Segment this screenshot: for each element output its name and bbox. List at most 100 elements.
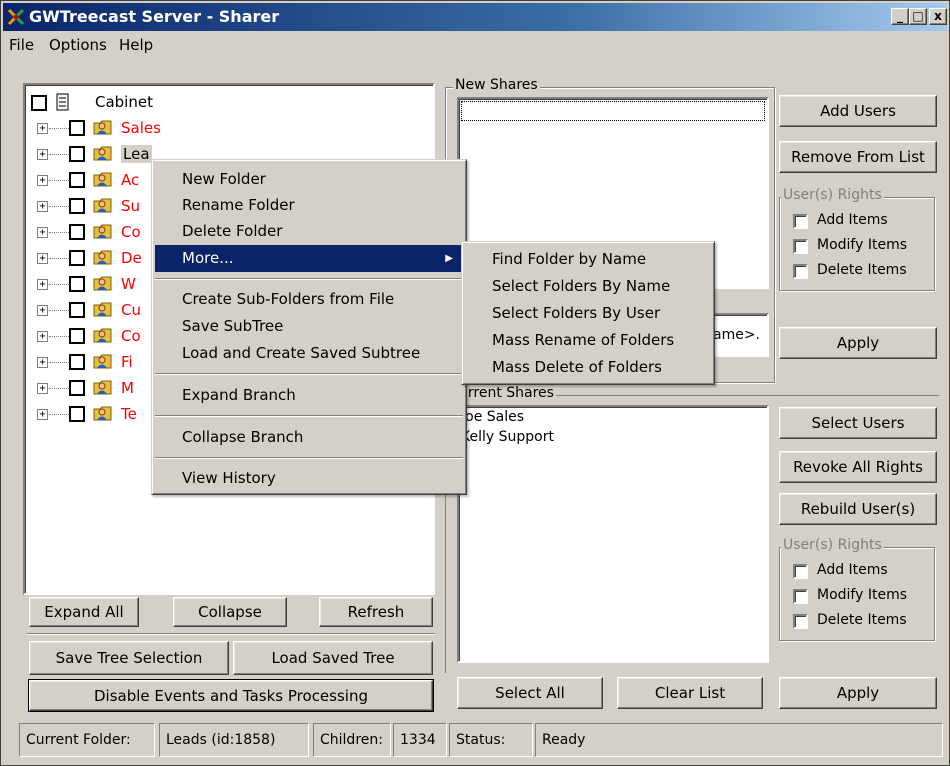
tree-checkbox[interactable] — [69, 172, 85, 188]
expand-icon[interactable]: + — [37, 149, 48, 160]
expand-icon[interactable]: + — [37, 123, 48, 134]
close-button[interactable]: x — [929, 8, 947, 25]
user-folder-icon — [93, 198, 112, 213]
expand-all-button[interactable]: Expand All — [29, 597, 139, 627]
tree-checkbox[interactable] — [31, 95, 47, 111]
current-modify-items-checkbox[interactable] — [793, 589, 808, 604]
menu-item-label: Mass Rename of Folders — [492, 331, 675, 349]
submenu-arrow-icon: ▶ — [445, 253, 453, 264]
new-modify-items-checkbox[interactable] — [793, 239, 808, 254]
expand-icon[interactable]: + — [37, 331, 48, 342]
more-item[interactable]: More... ▶ — [155, 245, 463, 272]
current-shares-list[interactable]: Joe Sales Kelly Support — [457, 405, 769, 663]
tree-item-label: Cu — [121, 301, 141, 319]
status-current-folder-label: Current Folder: — [19, 723, 155, 757]
tree-connector — [49, 154, 69, 155]
expand-icon[interactable]: + — [37, 409, 48, 420]
status-label: Status: — [449, 723, 533, 757]
tree-checkbox[interactable] — [69, 354, 85, 370]
share-user-item[interactable]: Kelly Support — [461, 429, 554, 445]
tree-checkbox[interactable] — [69, 198, 85, 214]
expand-icon[interactable]: + — [37, 383, 48, 394]
tree-checkbox[interactable] — [69, 406, 85, 422]
tree-connector — [49, 336, 69, 337]
user-folder-icon — [93, 250, 112, 265]
rename-folder-item[interactable]: Rename Folder — [155, 192, 463, 219]
expand-icon[interactable]: + — [37, 201, 48, 212]
collapse-branch-item[interactable]: Collapse Branch — [155, 424, 463, 451]
current-delete-items-checkbox[interactable] — [793, 614, 808, 629]
tree-checkbox[interactable] — [69, 146, 85, 162]
new-delete-items-checkbox[interactable] — [793, 264, 808, 279]
rebuild-users-button[interactable]: Rebuild User(s) — [779, 493, 937, 525]
expand-icon[interactable]: + — [37, 279, 48, 290]
save-tree-selection-button[interactable]: Save Tree Selection — [29, 641, 229, 675]
save-subtree-item[interactable]: Save SubTree — [155, 313, 463, 340]
menu-item-label: Select Folders By User — [492, 304, 661, 322]
add-users-button[interactable]: Add Users — [779, 95, 937, 127]
collapse-button[interactable]: Collapse — [173, 597, 287, 627]
remove-from-list-button[interactable]: Remove From List — [779, 141, 937, 173]
tree-item[interactable]: + Sales — [29, 115, 429, 141]
more-submenu: Find Folder by Name Select Folders By Nam… — [461, 241, 715, 385]
tree-item-label: W — [121, 275, 136, 293]
tree-checkbox[interactable] — [69, 120, 85, 136]
menu-file[interactable]: File — [9, 36, 34, 54]
expand-icon[interactable]: + — [37, 305, 48, 316]
view-history-item[interactable]: View History — [155, 465, 463, 492]
find-folder-item[interactable]: Find Folder by Name — [465, 246, 711, 273]
tree-checkbox[interactable] — [69, 328, 85, 344]
tree-connector — [49, 128, 69, 129]
minimize-button[interactable]: _ — [891, 8, 909, 25]
tree-root[interactable]: Cabinet — [29, 89, 429, 115]
tree-checkbox[interactable] — [69, 224, 85, 240]
current-rights-label: User(s) Rights — [781, 537, 884, 553]
select-users-button[interactable]: Select Users — [779, 407, 937, 439]
new-shares-label: New Shares — [453, 77, 540, 93]
divider — [27, 633, 435, 635]
tree-item-label: Ac — [121, 171, 140, 189]
load-subtree-item[interactable]: Load and Create Saved Subtree — [155, 340, 463, 367]
select-folders-by-user-item[interactable]: Select Folders By User — [465, 300, 711, 327]
clear-list-button[interactable]: Clear List — [617, 677, 763, 709]
menu-item-label: Create Sub-Folders from File — [182, 290, 395, 308]
create-subfolders-item[interactable]: Create Sub-Folders from File — [155, 286, 463, 313]
revoke-all-rights-button[interactable]: Revoke All Rights — [779, 451, 937, 483]
tree-checkbox[interactable] — [69, 380, 85, 396]
expand-icon[interactable]: + — [37, 175, 48, 186]
tree-checkbox[interactable] — [69, 302, 85, 318]
user-folder-icon — [93, 172, 112, 187]
menu-item-label: Expand Branch — [182, 386, 296, 404]
load-saved-tree-button[interactable]: Load Saved Tree — [233, 641, 433, 675]
current-add-items-checkbox[interactable] — [793, 564, 808, 579]
menu-help[interactable]: Help — [119, 36, 153, 54]
tree-checkbox[interactable] — [69, 276, 85, 292]
menu-item-label: Rename Folder — [182, 196, 295, 214]
share-user-item[interactable]: Joe Sales — [461, 409, 524, 425]
menu-options[interactable]: Options — [49, 36, 107, 54]
expand-branch-item[interactable]: Expand Branch — [155, 382, 463, 409]
expand-icon[interactable]: + — [37, 357, 48, 368]
maximize-button[interactable]: □ — [909, 8, 927, 25]
select-folders-by-name-item[interactable]: Select Folders By Name — [465, 273, 711, 300]
new-shares-apply-button[interactable]: Apply — [779, 327, 937, 359]
expand-icon[interactable]: + — [37, 227, 48, 238]
new-folder-item[interactable]: New Folder — [155, 166, 463, 193]
mass-rename-item[interactable]: Mass Rename of Folders — [465, 327, 711, 354]
disable-events-button[interactable]: Disable Events and Tasks Processing — [28, 679, 434, 712]
new-add-items-checkbox[interactable] — [793, 214, 808, 229]
mass-delete-item[interactable]: Mass Delete of Folders — [465, 354, 711, 381]
user-folder-icon — [93, 328, 112, 343]
current-shares-apply-button[interactable]: Apply — [779, 677, 937, 709]
menu-item-label: Load and Create Saved Subtree — [182, 344, 421, 362]
window-title: GWTreecast Server - Sharer — [29, 7, 280, 26]
new-modify-items-label: Modify Items — [817, 237, 908, 253]
refresh-button[interactable]: Refresh — [319, 597, 433, 627]
title-bar[interactable]: GWTreecast Server - Sharer _ □ x — [3, 3, 947, 31]
select-all-button[interactable]: Select All — [457, 677, 603, 709]
tree-item-label: Su — [121, 197, 141, 215]
tree-checkbox[interactable] — [69, 250, 85, 266]
delete-folder-item[interactable]: Delete Folder — [155, 218, 463, 245]
expand-icon[interactable]: + — [37, 253, 48, 264]
menu-bar: File Options Help — [3, 33, 947, 57]
